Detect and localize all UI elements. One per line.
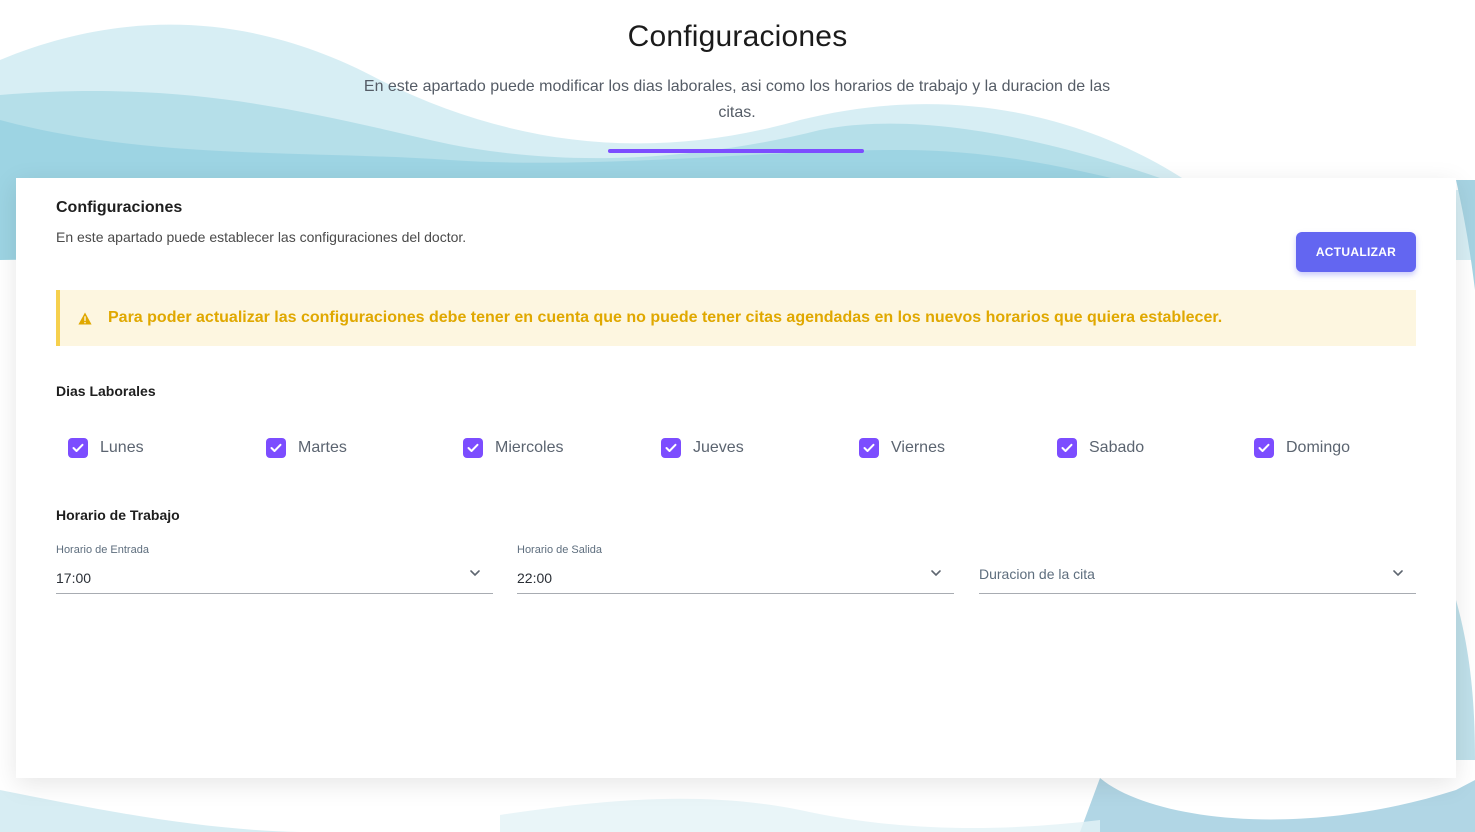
checkbox-checked-icon[interactable]: [463, 438, 483, 458]
schedule-label: Horario de Trabajo: [56, 507, 180, 523]
day-checkbox-viernes[interactable]: Viernes: [847, 433, 945, 463]
alert-text: Para poder actualizar las configuracione…: [108, 309, 1223, 326]
end-time-value: 22:00: [517, 570, 553, 586]
checkbox-checked-icon[interactable]: [859, 438, 879, 458]
warning-alert: Para poder actualizar las configuracione…: [56, 290, 1416, 346]
card-subtitle: En este apartado puede establecer las co…: [56, 229, 467, 245]
chevron-down-icon[interactable]: [1392, 566, 1404, 578]
day-checkbox-sabado[interactable]: Sabado: [1045, 433, 1144, 463]
start-time-value: 17:00: [56, 570, 92, 586]
work-days-group: Lunes Martes Miercoles Jueves Viernes Sa…: [56, 433, 1416, 463]
warning-icon: [78, 310, 94, 326]
duration-select[interactable]: Duracion de la cita: [979, 538, 1416, 594]
card-title: Configuraciones: [56, 199, 183, 216]
end-time-select[interactable]: Horario de Salida 22:00: [517, 538, 954, 594]
chevron-down-icon[interactable]: [469, 566, 481, 578]
start-time-select[interactable]: Horario de Entrada 17:00: [56, 538, 493, 594]
settings-card: Configuraciones En este apartado puede e…: [16, 178, 1456, 778]
checkbox-checked-icon[interactable]: [1254, 438, 1274, 458]
day-label: Jueves: [693, 439, 744, 456]
work-days-label: Dias Laborales: [56, 383, 156, 399]
day-checkbox-domingo[interactable]: Domingo: [1242, 433, 1350, 463]
chevron-down-icon[interactable]: [930, 566, 942, 578]
day-label: Domingo: [1286, 439, 1351, 456]
checkbox-checked-icon[interactable]: [68, 438, 88, 458]
start-time-label: Horario de Entrada: [56, 544, 149, 556]
end-time-label: Horario de Salida: [517, 544, 602, 556]
day-label: Lunes: [100, 439, 144, 456]
day-label: Viernes: [891, 439, 945, 456]
day-label: Martes: [298, 439, 347, 456]
day-checkbox-lunes[interactable]: Lunes: [56, 433, 144, 463]
page-description: En este apartado puede modificar los dia…: [363, 78, 1111, 121]
title-underline: [608, 149, 864, 153]
checkbox-checked-icon[interactable]: [1057, 438, 1077, 458]
update-button[interactable]: ACTUALIZAR: [1296, 232, 1416, 272]
day-checkbox-jueves[interactable]: Jueves: [649, 433, 744, 463]
page-title: Configuraciones: [627, 20, 848, 53]
day-checkbox-martes[interactable]: Martes: [254, 433, 347, 463]
checkbox-checked-icon[interactable]: [661, 438, 681, 458]
day-label: Sabado: [1089, 439, 1145, 456]
day-label: Miercoles: [495, 439, 564, 456]
duration-placeholder: Duracion de la cita: [979, 566, 1095, 582]
checkbox-checked-icon[interactable]: [266, 438, 286, 458]
day-checkbox-miercoles[interactable]: Miercoles: [451, 433, 563, 463]
